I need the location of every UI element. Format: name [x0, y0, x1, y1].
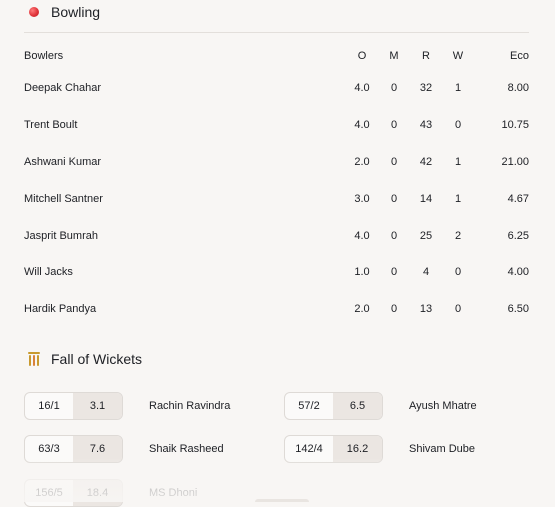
bowler-runs: 13: [419, 303, 433, 316]
header-wickets: W: [452, 49, 464, 62]
bowler-runs: 32: [419, 82, 433, 95]
bowler-wickets: 0: [454, 303, 462, 316]
bowler-runs: 25: [419, 229, 433, 242]
fow-player: Ayush Mhatre: [409, 400, 477, 412]
fow-score-pill: 16/1 3.1: [24, 392, 123, 420]
bowler-name: Trent Boult: [24, 119, 78, 132]
bowler-name: Will Jacks: [24, 266, 73, 279]
bowler-runs: 43: [419, 119, 433, 132]
table-row: Deepak Chahar 4.0 0 32 1 8.00: [24, 70, 529, 107]
fow-over: 7.6: [73, 436, 122, 462]
bowler-maidens: 0: [390, 303, 398, 316]
bowler-name: Deepak Chahar: [24, 82, 102, 95]
fow-over: 6.5: [333, 393, 382, 419]
fow-over: 18.4: [73, 480, 122, 506]
fow-player: Rachin Ravindra: [149, 400, 231, 412]
bowler-overs: 3.0: [354, 192, 370, 205]
table-row: Jasprit Bumrah 4.0 0 25 2 6.25: [24, 217, 529, 254]
header-economy: Eco: [510, 49, 529, 62]
cricket-ball-icon: [29, 7, 39, 17]
bowler-runs: 42: [419, 155, 433, 168]
fow-over: 16.2: [333, 436, 382, 462]
fow-row: 16/1 3.1 Rachin Ravindra 57/2 6.5 Ayush …: [24, 392, 529, 420]
header-runs: R: [422, 49, 430, 62]
fow-item: 16/1 3.1 Rachin Ravindra: [24, 392, 230, 420]
bowler-overs: 1.0: [354, 266, 370, 279]
fow-item: 156/5 18.4 MS Dhoni: [24, 479, 197, 507]
fow-score-pill: 142/4 16.2: [284, 435, 383, 463]
bowling-table: Bowlers O M R W Eco Deepak Chahar 4.0 0 …: [24, 41, 529, 328]
table-row: Will Jacks 1.0 0 4 0 4.00: [24, 254, 529, 291]
fow-score: 57/2: [298, 400, 320, 412]
bowler-name: Jasprit Bumrah: [24, 229, 98, 242]
bowler-economy: 4.67: [507, 192, 529, 205]
bowler-runs: 14: [419, 192, 433, 205]
bowler-economy: 6.50: [507, 303, 529, 316]
fow-score-pill: 156/5 18.4: [24, 479, 123, 507]
bowler-wickets: 1: [454, 82, 462, 95]
bowler-overs: 2.0: [354, 155, 370, 168]
table-row: Mitchell Santner 3.0 0 14 1 4.67: [24, 180, 529, 217]
fow-row: 156/5 18.4 MS Dhoni: [24, 479, 529, 507]
bowler-wickets: 2: [454, 229, 462, 242]
bowler-wickets: 1: [454, 155, 462, 168]
bowler-economy: 10.75: [501, 119, 529, 132]
fow-item: 142/4 16.2 Shivam Dube: [284, 435, 475, 463]
bowler-maidens: 0: [390, 82, 398, 95]
bowler-economy: 8.00: [507, 82, 529, 95]
fow-score-pill: 57/2 6.5: [284, 392, 383, 420]
fow-player: Shaik Rasheed: [149, 443, 224, 455]
header-maidens: M: [389, 49, 399, 62]
fow-score: 16/1: [38, 400, 60, 412]
fall-of-wickets-header: Fall of Wickets: [24, 347, 142, 371]
bowler-wickets: 0: [454, 119, 462, 132]
header-bowlers: Bowlers: [24, 49, 64, 62]
bowling-table-header: Bowlers O M R W Eco: [24, 41, 529, 70]
bowler-wickets: 0: [454, 266, 462, 279]
fow-score: 142/4: [295, 443, 323, 455]
bowler-name: Hardik Pandya: [24, 303, 97, 316]
fow-player: MS Dhoni: [149, 487, 198, 499]
bowler-wickets: 1: [454, 192, 462, 205]
fow-player: Shivam Dube: [409, 443, 476, 455]
bowler-overs: 4.0: [354, 229, 370, 242]
bowler-maidens: 0: [390, 155, 398, 168]
table-row: Trent Boult 4.0 0 43 0 10.75: [24, 107, 529, 144]
fow-row: 63/3 7.6 Shaik Rasheed 142/4 16.2 Shivam…: [24, 435, 529, 463]
bowling-section-header: Bowling: [24, 0, 529, 24]
fow-item: 57/2 6.5 Ayush Mhatre: [284, 392, 477, 420]
bowler-name: Mitchell Santner: [24, 192, 103, 205]
bowler-name: Ashwani Kumar: [24, 155, 102, 168]
bowler-economy: 21.00: [501, 155, 529, 168]
bowler-maidens: 0: [390, 119, 398, 132]
fow-item: 63/3 7.6 Shaik Rasheed: [24, 435, 224, 463]
bowler-runs: 4: [422, 266, 430, 279]
bowler-economy: 4.00: [507, 266, 529, 279]
bowler-maidens: 0: [390, 192, 398, 205]
bowler-overs: 4.0: [354, 119, 370, 132]
bowler-economy: 6.25: [507, 229, 529, 242]
bowler-overs: 2.0: [354, 303, 370, 316]
header-overs: O: [357, 49, 367, 62]
bowler-maidens: 0: [390, 266, 398, 279]
fall-of-wickets-title: Fall of Wickets: [51, 351, 143, 367]
bowler-overs: 4.0: [354, 82, 370, 95]
fow-score: 156/5: [35, 487, 63, 499]
bowler-maidens: 0: [390, 229, 398, 242]
fow-score: 63/3: [38, 443, 60, 455]
wickets-icon: [27, 351, 41, 367]
divider: [24, 32, 529, 33]
table-row: Hardik Pandya 2.0 0 13 0 6.50: [24, 291, 529, 328]
table-row: Ashwani Kumar 2.0 0 42 1 21.00: [24, 144, 529, 181]
fow-score-pill: 63/3 7.6: [24, 435, 123, 463]
bowling-title: Bowling: [51, 4, 101, 20]
fow-over: 3.1: [73, 393, 122, 419]
